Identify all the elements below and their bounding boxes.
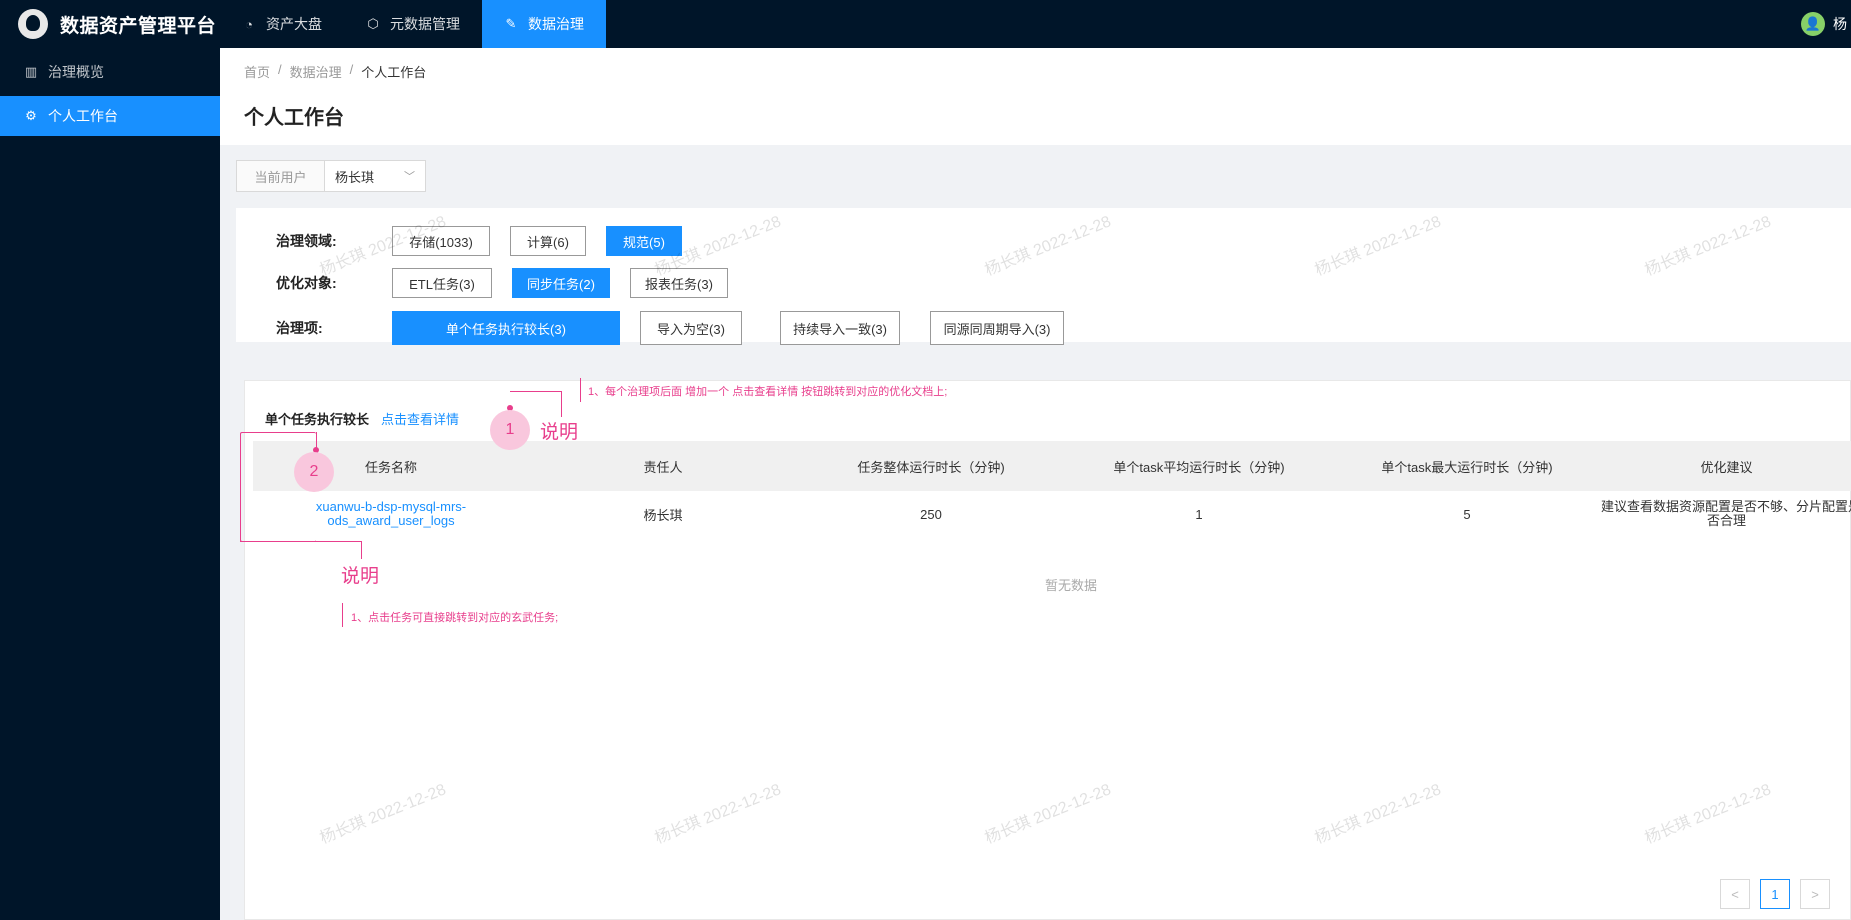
annotation-2-note: 1、点击任务可直接跳转到对应的玄武任务;	[351, 612, 559, 624]
next-page-button[interactable]: >	[1800, 879, 1830, 909]
tag-sync-task[interactable]: 同步任务(2)	[512, 268, 610, 298]
sidebar-item-overview[interactable]: ▥ 治理概览	[0, 52, 220, 92]
filter-label: 当前用户	[237, 161, 325, 191]
bug-icon: ⚙	[25, 108, 37, 123]
section-title: 单个任务执行较长	[265, 412, 370, 427]
avg-duration-cell: 1	[1195, 506, 1203, 522]
column-header: 单个task平均运行时长（分钟)	[1113, 459, 1285, 475]
breadcrumb: 首页 / 数据治理 / 个人工作台	[244, 62, 1827, 81]
annotation-2-bar	[342, 603, 343, 627]
main-content: 首页 / 数据治理 / 个人工作台 个人工作台 当前用户 杨长琪 ﹀ 治理领域:…	[220, 48, 1851, 920]
user-menu[interactable]: 👤 杨	[1801, 0, 1851, 48]
tag-compute[interactable]: 计算(6)	[510, 226, 586, 256]
annotation-2-marker: 2	[294, 452, 334, 492]
breadcrumb-current: 个人工作台	[361, 65, 427, 80]
table-header: 任务名称 责任人 任务整体运行时长（分钟) 单个task平均运行时长（分钟) 单…	[253, 441, 1851, 491]
avatar: 👤	[1801, 12, 1825, 36]
breadcrumb-home[interactable]: 首页	[244, 62, 270, 81]
annotation-1-bar	[580, 378, 581, 402]
column-header: 任务整体运行时长（分钟)	[857, 459, 1005, 475]
tag-storage[interactable]: 存储(1033)	[392, 226, 490, 256]
item-row: 治理项: 单个任务执行较长(3) 导入为空(3) 持续导入一致(3) 同源同周期…	[276, 311, 1084, 345]
column-header: 优化建议	[1700, 459, 1753, 475]
tag-same-source-import[interactable]: 同源同周期导入(3)	[930, 311, 1064, 345]
advice-cell: 建议查看数据资源配置是否不够、分片配置是 否合理	[1601, 499, 1851, 528]
tag-empty-import[interactable]: 导入为空(3)	[640, 311, 742, 345]
sidebar-item-workbench[interactable]: ⚙ 个人工作台	[0, 96, 220, 136]
chevron-down-icon: ﹀	[404, 171, 415, 183]
breadcrumb-separator: /	[278, 62, 282, 77]
governance-filter-panel: 治理领域: 存储(1033) 计算(6) 规范(5) 优化对象: ETL任务(3…	[236, 208, 1851, 345]
pagination: < 1 >	[1720, 879, 1830, 909]
logo-icon	[18, 9, 48, 39]
breadcrumb-governance[interactable]: 数据治理	[290, 62, 342, 81]
user-select[interactable]: 杨长琪 ﹀	[325, 161, 425, 191]
bar-chart-icon: ▥	[24, 64, 38, 79]
domain-row: 治理领域: 存储(1033) 计算(6) 规范(5)	[276, 226, 702, 256]
tag-etl-task[interactable]: ETL任务(3)	[392, 268, 492, 298]
table-row: xuanwu-b-dsp-mysql-mrs- ods_award_user_l…	[253, 493, 1851, 535]
user-filter: 当前用户 杨长琪 ﹀	[236, 160, 426, 192]
cube-icon: ⬡	[367, 16, 379, 31]
page-1-button[interactable]: 1	[1760, 879, 1790, 909]
item-label: 治理项:	[276, 320, 323, 336]
top-bar: 数据资产管理平台 ◔ 资产大盘 ⬡ 元数据管理 ✎ 数据治理 👤 杨	[0, 0, 1851, 48]
top-nav: ◔ 资产大盘 ⬡ 元数据管理 ✎ 数据治理	[220, 0, 606, 48]
annotation-2-drop	[361, 541, 362, 559]
owner-cell: 杨长琪	[643, 507, 683, 523]
max-duration-cell: 5	[1463, 506, 1471, 522]
tag-standard[interactable]: 规范(5)	[606, 226, 682, 256]
domain-label: 治理领域:	[276, 233, 337, 249]
annotation-1-title: 说明	[540, 422, 579, 443]
user-name: 杨	[1833, 16, 1847, 32]
target-row: 优化对象: ETL任务(3) 同步任务(2) 报表任务(3)	[276, 268, 748, 298]
tag-consistent-import[interactable]: 持续导入一致(3)	[780, 311, 900, 345]
page-title: 个人工作台	[244, 107, 344, 129]
annotation-1-marker: 1	[490, 410, 530, 450]
nav-asset-dashboard[interactable]: ◔ 资产大盘	[220, 0, 344, 48]
empty-text: 暂无数据	[1045, 578, 1098, 593]
app-logo[interactable]: 数据资产管理平台	[0, 0, 220, 48]
wrench-icon: ✎	[505, 16, 517, 31]
tag-report-task[interactable]: 报表任务(3)	[630, 268, 728, 298]
nav-data-governance[interactable]: ✎ 数据治理	[482, 0, 606, 48]
annotation-2-title: 说明	[341, 566, 380, 587]
page-header: 首页 / 数据治理 / 个人工作台 个人工作台	[220, 48, 1851, 145]
tag-long-execution[interactable]: 单个任务执行较长(3)	[392, 311, 620, 345]
prev-page-button[interactable]: <	[1720, 879, 1750, 909]
column-header: 单个task最大运行时长（分钟)	[1381, 459, 1553, 475]
view-detail-link[interactable]: 点击查看详情	[381, 409, 459, 428]
result-panel: 单个任务执行较长 点击查看详情 任务名称 责任人 任务整体运行时长（分钟) 单个…	[244, 380, 1851, 920]
sidebar: ▥ 治理概览 ⚙ 个人工作台	[0, 48, 220, 920]
nav-metadata[interactable]: ⬡ 元数据管理	[344, 0, 482, 48]
annotation-2-base	[240, 541, 362, 542]
total-duration-cell: 250	[920, 506, 942, 522]
column-header: 责任人	[643, 459, 683, 475]
dashboard-icon: ◔	[245, 16, 253, 32]
target-label: 优化对象:	[276, 275, 337, 291]
user-select-value: 杨长琪	[335, 169, 375, 185]
annotation-1-note: 1、每个治理项后面 增加一个 点击查看详情 按钮跳转到对应的优化文档上;	[588, 386, 948, 398]
breadcrumb-separator: /	[349, 62, 354, 77]
app-title: 数据资产管理平台	[60, 15, 217, 37]
